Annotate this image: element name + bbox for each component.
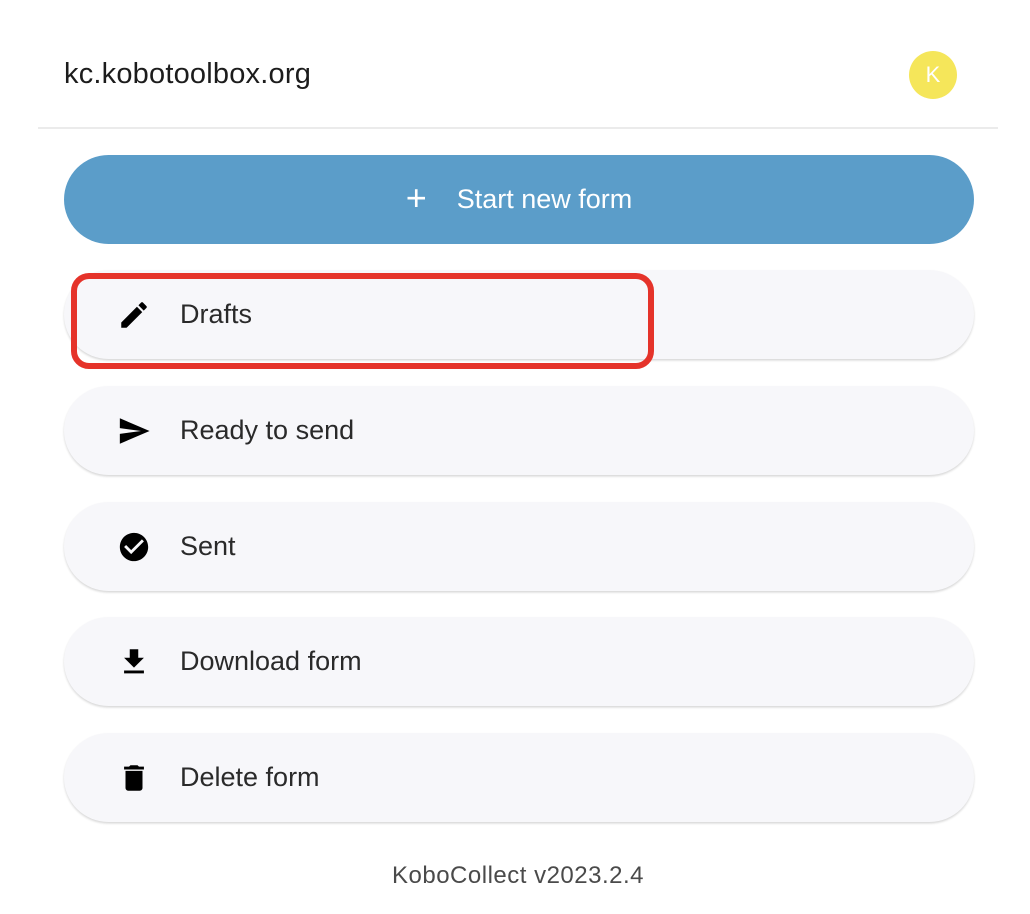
download-form-label: Download form — [180, 646, 362, 676]
header-divider — [38, 127, 998, 129]
sent-label: Sent — [180, 531, 236, 561]
start-new-form-label: Start new form — [456, 184, 633, 214]
delete-form-button[interactable]: Delete form — [64, 733, 974, 822]
app-header: kc.kobotoolbox.org K — [0, 0, 1030, 128]
pencil-icon — [116, 297, 152, 333]
avatar-initial: K — [925, 62, 941, 87]
drafts-label: Drafts — [180, 299, 253, 329]
trash-icon — [116, 760, 152, 796]
ready-to-send-label: Ready to send — [180, 415, 355, 445]
delete-form-label: Delete form — [180, 762, 320, 792]
check-circle-icon — [116, 529, 152, 565]
sent-button[interactable]: Sent — [64, 502, 974, 591]
download-form-button[interactable]: Download form — [64, 617, 974, 706]
ready-to-send-button[interactable]: Ready to send — [64, 386, 974, 475]
download-icon — [116, 644, 152, 680]
server-title: kc.kobotoolbox.org — [64, 58, 312, 90]
start-new-form-button[interactable]: + Start new form — [64, 155, 974, 244]
drafts-button[interactable]: Drafts — [64, 270, 974, 359]
version-label: KoboCollect v2023.2.4 — [392, 862, 644, 889]
send-icon — [116, 413, 152, 449]
plus-icon: + — [405, 176, 427, 218]
user-avatar[interactable]: K — [909, 51, 957, 99]
